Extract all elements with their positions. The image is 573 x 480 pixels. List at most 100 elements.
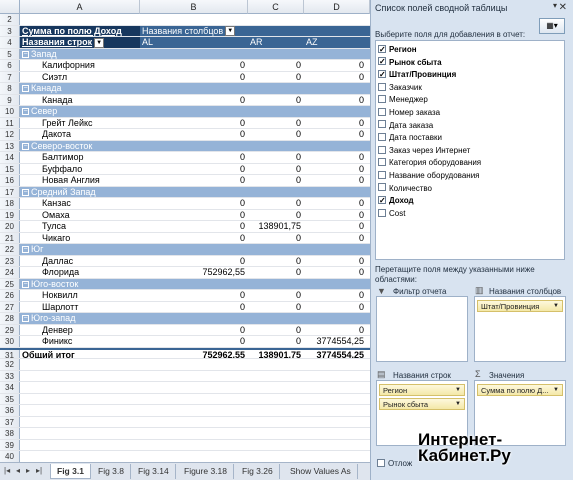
cell-c[interactable] <box>248 106 304 117</box>
cell-b[interactable] <box>140 371 248 382</box>
cell-b[interactable] <box>140 359 248 370</box>
cell-b[interactable]: 0 <box>140 198 248 209</box>
cell-a[interactable]: Грейт Лейкс <box>20 118 140 129</box>
field-item[interactable]: Заказ через Интернет <box>378 145 470 157</box>
collapse-icon[interactable]: − <box>22 108 29 116</box>
sheet-tab-show-values-as[interactable]: Show Values As <box>284 464 358 479</box>
cell-b[interactable]: 0 <box>140 175 248 186</box>
checkbox[interactable] <box>378 170 386 179</box>
cell-d[interactable]: 0 <box>304 325 366 336</box>
cell-d[interactable]: 0 <box>304 198 366 209</box>
cell-c[interactable] <box>248 394 304 405</box>
cell-d[interactable]: 0 <box>304 221 366 232</box>
cell-d[interactable] <box>304 14 366 25</box>
cell-b[interactable]: Названия столбцов ▼ <box>140 26 260 36</box>
cell-d[interactable] <box>304 141 366 152</box>
first-sheet-icon[interactable]: |◂ <box>4 466 10 475</box>
field-item[interactable]: Менеджер <box>378 94 428 106</box>
cell-b[interactable]: 0 <box>140 256 248 267</box>
column-header-d[interactable]: D <box>304 0 370 14</box>
cell-d[interactable]: 3774554,25 <box>304 350 366 359</box>
field-item[interactable]: Номер заказа <box>378 107 440 119</box>
cell-a[interactable]: − Канада <box>20 83 140 94</box>
cell-d[interactable] <box>304 394 366 405</box>
field-item[interactable]: Cost <box>378 208 405 220</box>
cell-d[interactable]: 0 <box>304 72 366 83</box>
row-number[interactable]: 33 <box>0 370 20 381</box>
checkbox[interactable] <box>378 183 386 192</box>
cell-c[interactable] <box>248 359 304 370</box>
checked-checkbox[interactable]: ✓ <box>378 196 386 205</box>
collapse-icon[interactable]: − <box>22 50 29 58</box>
row-number[interactable]: 5 <box>0 48 20 59</box>
cell-b[interactable] <box>140 405 248 416</box>
cell-d[interactable] <box>304 382 366 393</box>
cell-d[interactable]: 0 <box>304 95 366 106</box>
cell-d[interactable] <box>304 313 366 324</box>
cell-d[interactable]: 0 <box>304 152 366 163</box>
cell-c[interactable]: 0 <box>248 152 304 163</box>
cell-b[interactable]: 0 <box>140 325 248 336</box>
cell-a[interactable] <box>20 440 140 451</box>
cell-d[interactable]: 0 <box>304 267 366 278</box>
next-sheet-icon[interactable]: ▸ <box>26 466 30 475</box>
checkbox[interactable] <box>378 145 386 154</box>
cell-c[interactable] <box>248 187 304 198</box>
cell-b[interactable] <box>140 49 248 60</box>
cell-c[interactable]: 0 <box>248 256 304 267</box>
row-number[interactable]: 29 <box>0 324 20 335</box>
row-number[interactable]: 27 <box>0 301 20 312</box>
cell-d[interactable] <box>304 440 366 451</box>
column-header-a[interactable]: A <box>20 0 140 14</box>
cell-b[interactable] <box>140 14 248 25</box>
cell-a[interactable] <box>20 405 140 416</box>
report-filter-area[interactable] <box>376 296 468 362</box>
cell-d[interactable]: 0 <box>304 164 366 175</box>
cell-a[interactable]: Финикс <box>20 336 140 347</box>
column-labels-area[interactable]: Штат/Провинция ▼ <box>474 296 566 362</box>
value-field-chip[interactable]: Сумма по полю Д... ▼ <box>477 384 563 396</box>
cell-c[interactable] <box>248 244 304 255</box>
row-number[interactable]: 3 <box>0 25 20 36</box>
row-number[interactable]: 8 <box>0 83 20 94</box>
cell-a[interactable]: − Юго-запад <box>20 313 140 324</box>
cell-c[interactable]: AR <box>248 37 304 48</box>
row-number[interactable]: 13 <box>0 140 20 151</box>
cell-c[interactable] <box>248 382 304 393</box>
cell-a[interactable]: − Север <box>20 106 140 117</box>
cell-b[interactable] <box>140 382 248 393</box>
cell-a[interactable] <box>20 417 140 428</box>
field-item[interactable]: ✓ Регион <box>378 44 417 56</box>
row-field-chip[interactable]: Регион ▼ <box>379 384 465 396</box>
cell-b[interactable] <box>140 451 248 462</box>
row-number[interactable]: 20 <box>0 221 20 232</box>
collapse-icon[interactable]: − <box>22 188 29 196</box>
checked-checkbox[interactable]: ✓ <box>378 57 386 66</box>
checkbox[interactable] <box>378 107 386 116</box>
cell-d[interactable] <box>304 49 366 60</box>
cell-b[interactable] <box>140 313 248 324</box>
row-number[interactable]: 11 <box>0 117 20 128</box>
sheet-tab-fig-3-14[interactable]: Fig 3.14 <box>132 464 176 479</box>
cell-c[interactable] <box>248 417 304 428</box>
cell-a[interactable]: Дакота <box>20 129 140 140</box>
cell-a[interactable]: Даллас <box>20 256 140 267</box>
cell-c[interactable]: 138901,75 <box>248 221 304 232</box>
cell-a[interactable] <box>20 451 140 462</box>
cell-a[interactable]: Ноквилл <box>20 290 140 301</box>
cell-b[interactable]: 0 <box>140 60 248 71</box>
cell-b[interactable]: 0 <box>140 210 248 221</box>
cell-d[interactable]: 0 <box>304 256 366 267</box>
cell-b[interactable] <box>140 83 248 94</box>
field-item[interactable]: ✓ Рынок сбыта <box>378 57 442 69</box>
cell-d[interactable]: 0 <box>304 129 366 140</box>
cell-a[interactable] <box>20 428 140 439</box>
cell-a[interactable] <box>20 394 140 405</box>
cell-d[interactable] <box>304 451 366 462</box>
cell-d[interactable] <box>304 279 366 290</box>
cell-b[interactable]: 752962,55 <box>140 350 248 359</box>
cell-d[interactable]: 3774554,25 <box>304 336 366 347</box>
cell-d[interactable]: 0 <box>304 302 366 313</box>
cell-c[interactable] <box>248 440 304 451</box>
row-number[interactable]: 19 <box>0 209 20 220</box>
